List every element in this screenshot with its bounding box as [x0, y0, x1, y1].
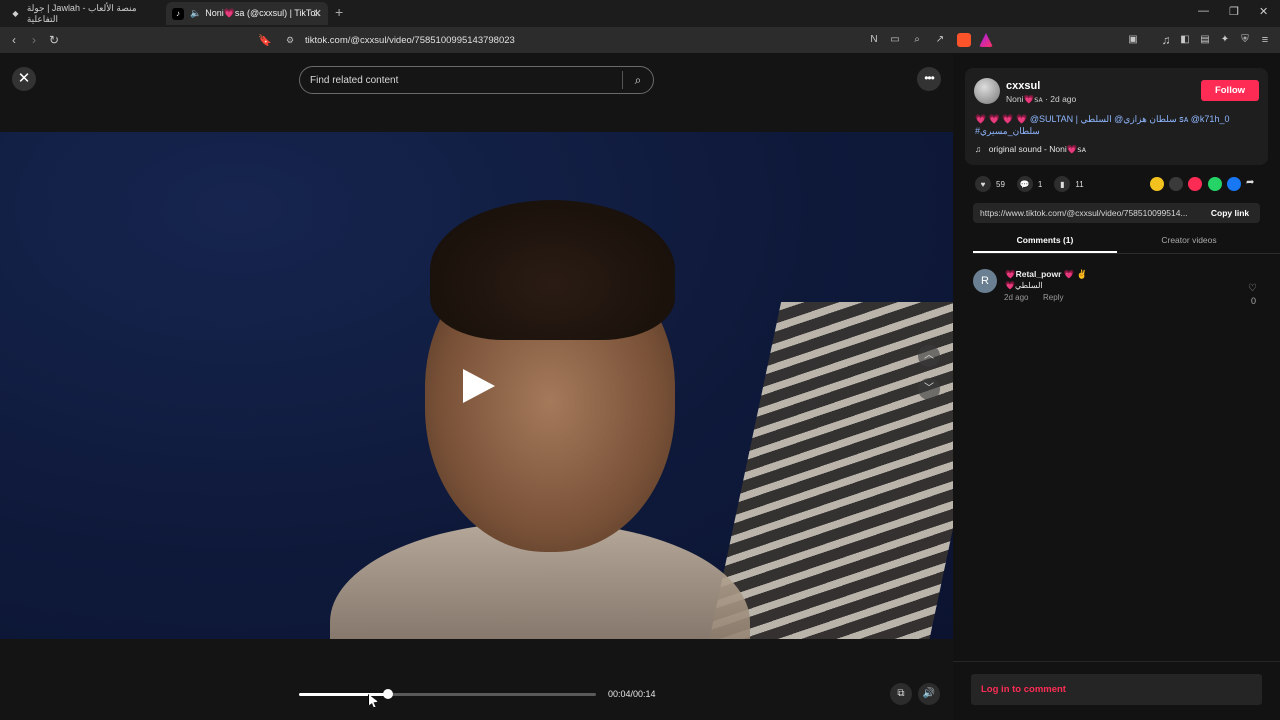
description-hashtag[interactable]: #سلطان_مسيري [975, 126, 1040, 136]
zoom-icon[interactable]: ⌕ [909, 32, 925, 48]
tab-title: جولة | Jawlah - منصة الألعاب التفاعلية [26, 2, 137, 24]
music-note-icon: ♫ [975, 144, 982, 154]
search-icon[interactable]: ⌕ [623, 73, 653, 88]
like-button[interactable]: ♥ 59 [975, 176, 1005, 192]
back-icon[interactable]: ‹ [6, 32, 22, 48]
browser-tab-bar: ◆ جولة | Jawlah - منصة الألعاب التفاعلية… [0, 0, 1280, 27]
progress-fill [299, 693, 389, 696]
details-panel: cxxsul Noni💗ꜱᴀ · 2d ago Follow 💗 💗 💗 💗 @… [953, 53, 1280, 720]
wallet-icon[interactable]: ▤ [1197, 32, 1213, 48]
url-text: tiktok.com/@cxxsul/video/758510099514379… [305, 34, 515, 46]
reload-icon[interactable]: ↻ [46, 32, 62, 48]
comment-time: 2d ago [1004, 293, 1029, 302]
like-count: 59 [996, 179, 1005, 189]
commenter-avatar[interactable]: R [973, 269, 997, 293]
close-video-button[interactable]: ✕ [12, 67, 36, 91]
share-arrow-icon[interactable]: ➦ [1246, 177, 1260, 191]
share-friends-icon[interactable] [1150, 177, 1164, 191]
mouse-cursor [368, 694, 378, 708]
comment-count: 1 [1037, 179, 1043, 189]
clock-tower-image [708, 302, 953, 639]
window-close-icon[interactable]: ✕ [1259, 5, 1268, 18]
comment-button[interactable]: 💬 1 [1016, 176, 1043, 192]
share-link-url[interactable]: https://www.tiktok.com/@cxxsul/video/758… [980, 208, 1200, 218]
video-description: 💗 💗 💗 💗 @SULTAN | سلطان هزازي@ السلطي ꜱᴀ… [975, 113, 1260, 137]
search-input[interactable]: Find related content [310, 75, 622, 86]
divider [953, 661, 1280, 662]
more-options-button[interactable]: ••• [917, 67, 941, 91]
tab-creator-videos[interactable]: Creator videos [1117, 235, 1261, 245]
sound-name: original sound - Noni💗ꜱᴀ [988, 144, 1086, 154]
author-avatar[interactable] [974, 78, 1000, 104]
volume-icon[interactable]: 🔊 [918, 683, 940, 705]
heart-icon: ♥ [975, 176, 991, 192]
share-page-icon[interactable]: ↗ [932, 32, 948, 48]
author-username[interactable]: cxxsul [1006, 80, 1040, 92]
share-link-box: https://www.tiktok.com/@cxxsul/video/758… [973, 203, 1260, 223]
tab-search-icon[interactable]: ▣ [1125, 32, 1141, 48]
comment-text: 💗السلطي [1005, 281, 1043, 290]
embed-icon[interactable] [1169, 177, 1183, 191]
browser-toolbar: ‹ › ↻ 🔖 ⚙ tiktok.com/@cxxsul/video/75851… [0, 27, 1280, 53]
progress-bar[interactable] [299, 689, 596, 699]
share-tiktok-icon[interactable] [1188, 177, 1202, 191]
floating-player-icon[interactable]: ⧉ [890, 683, 912, 705]
follow-button[interactable]: Follow [1201, 80, 1259, 101]
panel-tabs: Comments (1) Creator videos [973, 231, 1280, 254]
bookmark-icon: ▮ [1054, 176, 1071, 192]
speaker-icon[interactable]: 🔈 [190, 8, 201, 19]
time-display: 00:04/00:14 [608, 689, 656, 699]
tab-comments[interactable]: Comments (1) [973, 235, 1117, 253]
login-to-comment-button[interactable]: Log in to comment [971, 674, 1262, 705]
facebook-icon[interactable] [1227, 177, 1241, 191]
vpn-icon[interactable]: ⛨ [1237, 32, 1253, 48]
jawlah-icon: ◆ [12, 9, 19, 18]
close-tab-icon[interactable]: ✕ [313, 7, 322, 20]
new-tab-button[interactable]: + [335, 4, 343, 20]
play-icon[interactable] [463, 369, 495, 403]
media-icon[interactable]: ♫ [1158, 32, 1174, 48]
comment-icon: 💬 [1016, 176, 1033, 192]
save-count: 11 [1075, 179, 1084, 189]
related-search-box[interactable]: Find related content ⌕ [299, 66, 654, 94]
previous-video-icon[interactable]: ︿ [918, 345, 940, 367]
tab-jawlah[interactable]: ◆ جولة | Jawlah - منصة الألعاب التفاعلية [4, 2, 162, 25]
save-button[interactable]: ▮ 11 [1054, 176, 1084, 192]
forward-icon[interactable]: › [26, 32, 42, 48]
leo-ai-icon[interactable]: ✦ [1217, 32, 1233, 48]
minimize-icon[interactable]: — [1198, 5, 1209, 17]
whatsapp-icon[interactable] [1208, 177, 1222, 191]
menu-icon[interactable]: ≡ [1257, 32, 1273, 48]
video-info-card: cxxsul Noni💗ꜱᴀ · 2d ago Follow 💗 💗 💗 💗 @… [965, 68, 1268, 165]
site-info-icon[interactable]: ⚙ [286, 35, 294, 46]
comment-like-icon[interactable]: ♡ [1248, 283, 1257, 294]
description-mentions[interactable]: @SULTAN | سلطان هزازي@ السلطي ꜱᴀ @k71h_0 [1030, 114, 1230, 124]
hearts-emoji: 💗 💗 💗 💗 [975, 114, 1028, 124]
tiktok-icon: ♪ [172, 7, 184, 20]
brave-shields-icon[interactable] [957, 33, 971, 47]
copy-link-button[interactable]: Copy link [1200, 208, 1260, 218]
bookmark-icon[interactable]: 🔖 [258, 34, 272, 47]
translate-icon[interactable]: N [866, 32, 882, 48]
commenter-username[interactable]: 💗Retal_powr 💗 ✌ [1005, 269, 1087, 280]
reply-button[interactable]: Reply [1043, 293, 1063, 302]
progress-thumb[interactable] [383, 689, 394, 699]
cast-icon[interactable]: ▭ [887, 32, 903, 48]
engagement-stats: ♥ 59 💬 1 ▮ 11 [975, 176, 1096, 192]
comment-like-count: 0 [1251, 296, 1257, 306]
tab-title: Noni💗sa (@cxxsul) | TikTok [205, 8, 320, 18]
next-video-icon[interactable]: ﹀ [918, 378, 940, 400]
tab-tiktok[interactable]: ♪ 🔈 Noni💗sa (@cxxsul) | TikTok ✕ [166, 2, 328, 25]
video-area: ✕ Find related content ⌕ ••• ︿ ﹀ 00:04/0… [0, 53, 953, 720]
person-hair-image [430, 200, 675, 340]
author-nickname: Noni💗ꜱᴀ · 2d ago [1006, 94, 1077, 104]
sound-link[interactable]: ♫ original sound - Noni💗ꜱᴀ [975, 144, 1086, 155]
sidebar-icon[interactable]: ◧ [1177, 32, 1193, 48]
restore-icon[interactable]: ❐ [1229, 5, 1239, 18]
